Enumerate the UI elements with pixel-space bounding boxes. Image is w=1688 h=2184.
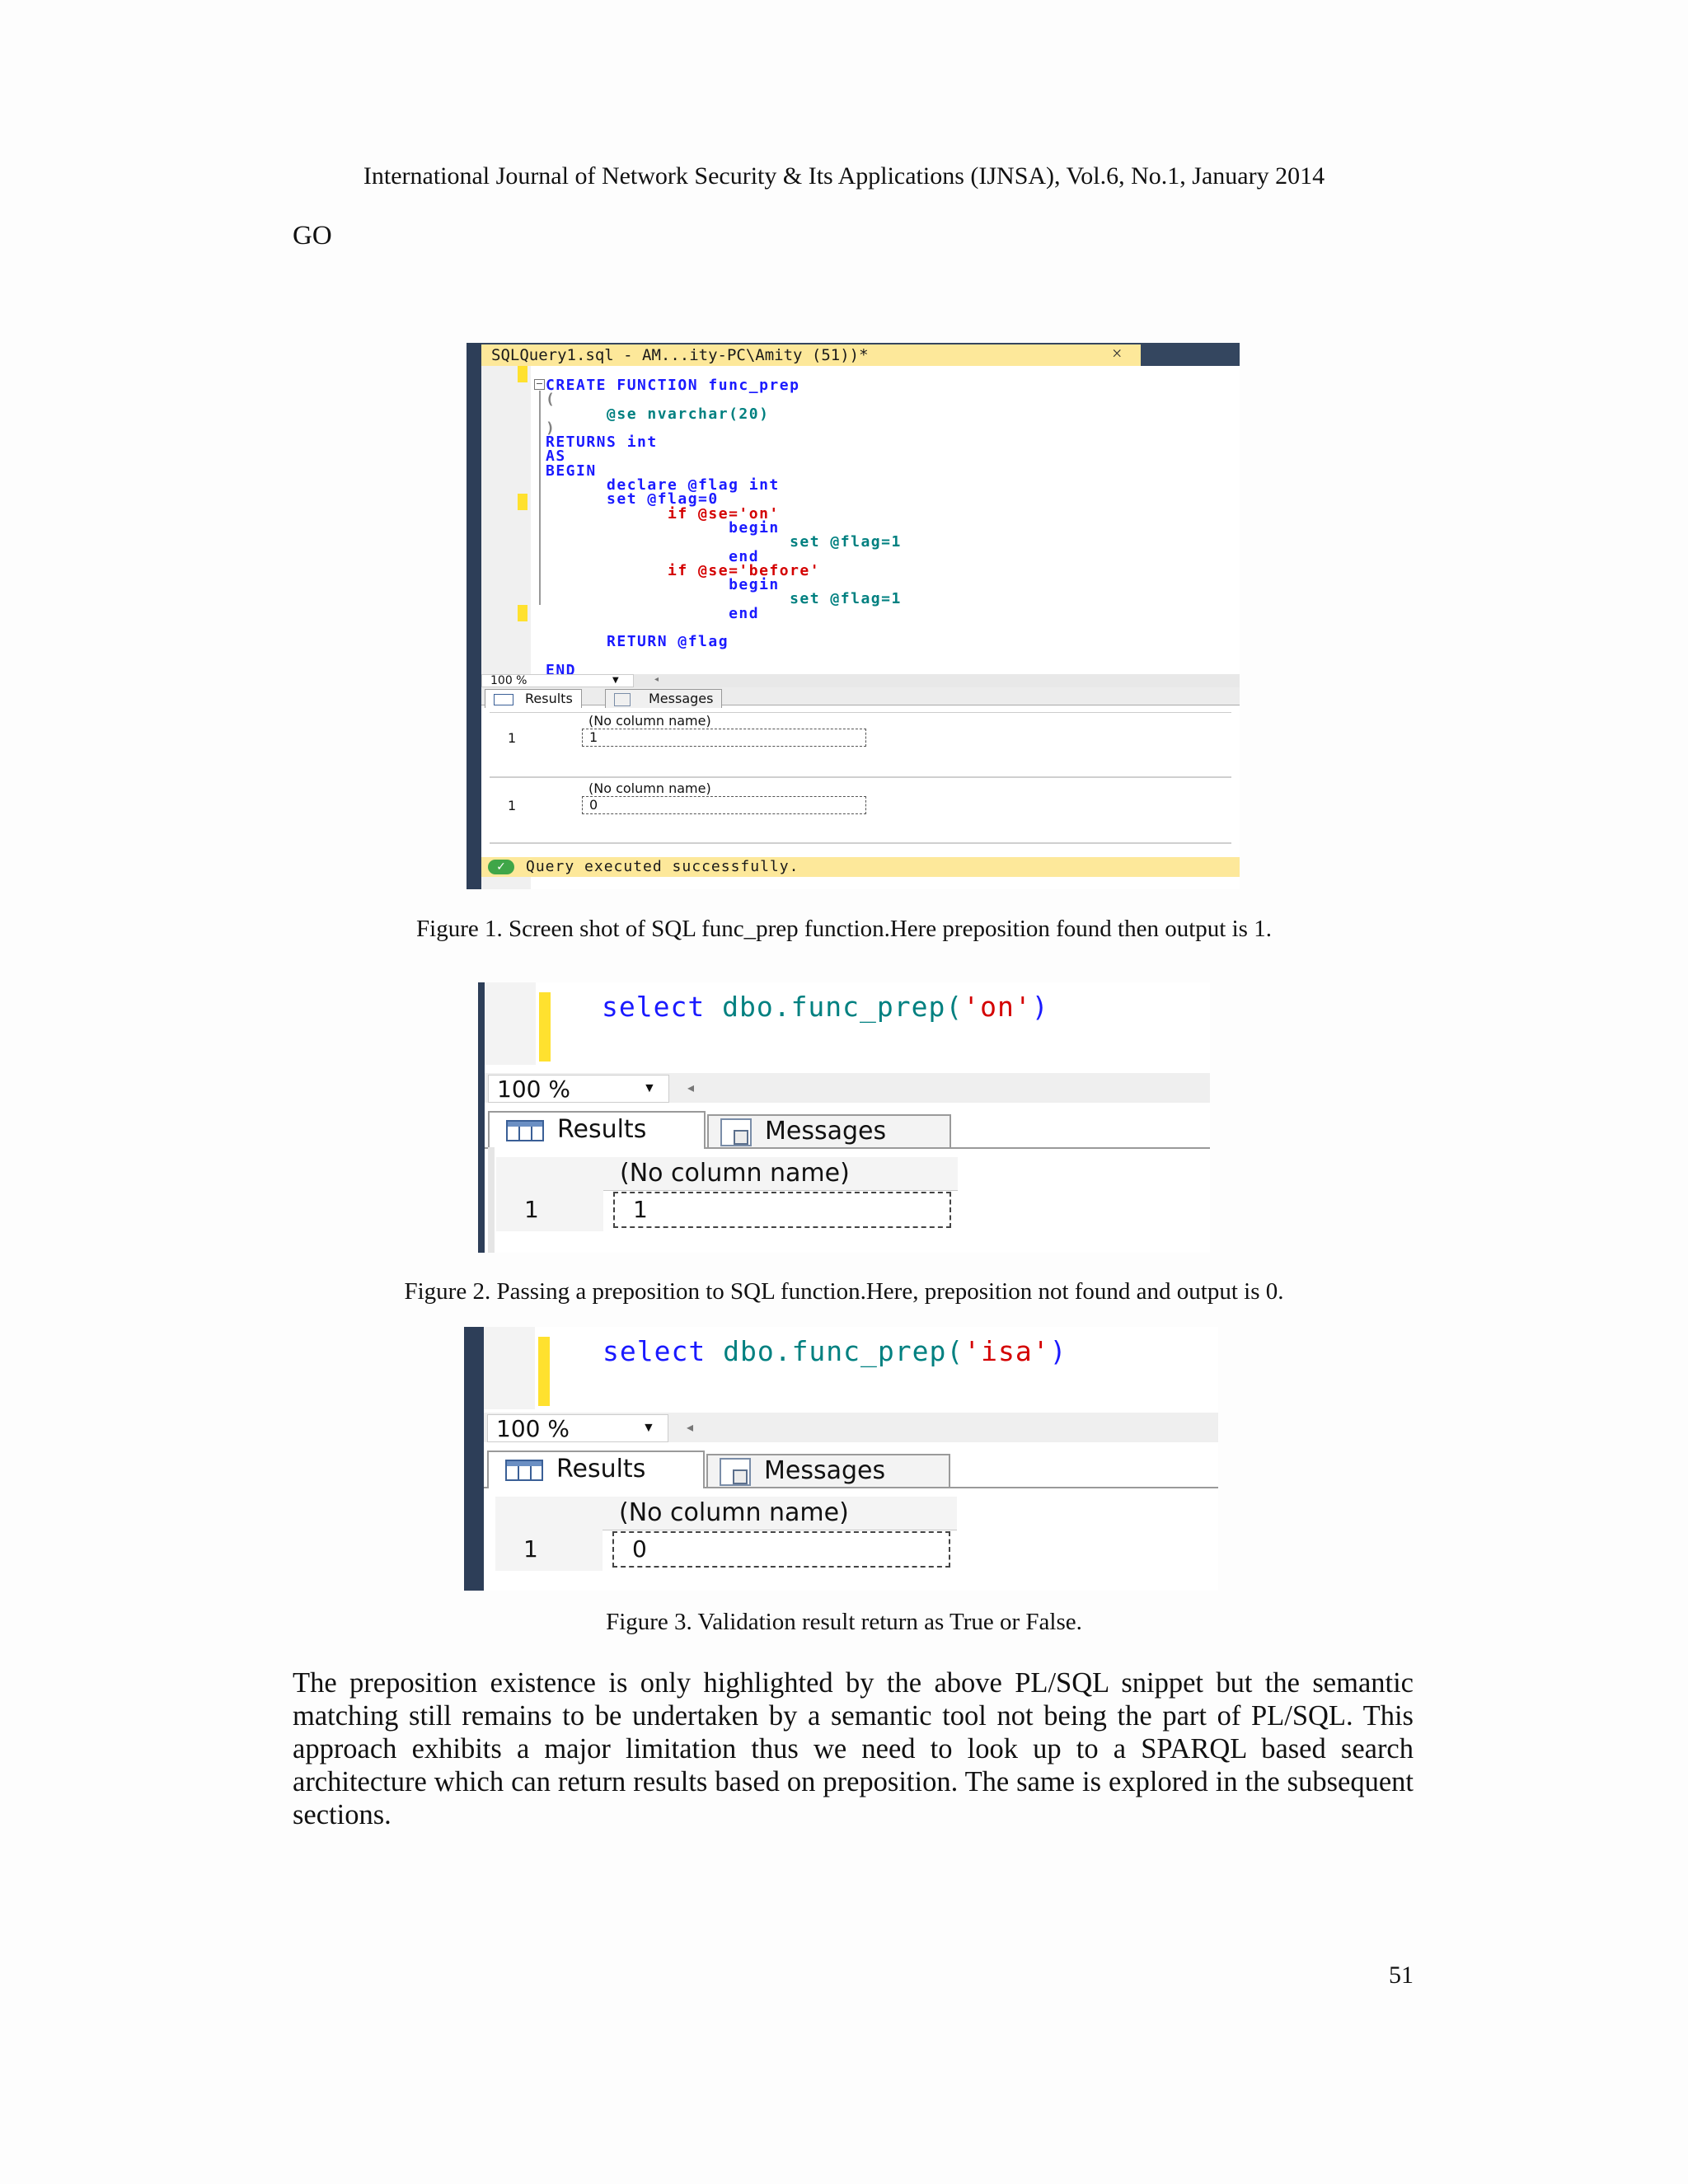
code-string: 'isa' (964, 1335, 1050, 1367)
chevron-down-icon[interactable]: ▼ (643, 1075, 656, 1103)
query-tab-title: SQLQuery1.sql - AM...ity-PC\Amity (51))* (491, 346, 869, 364)
fold-line (539, 391, 541, 605)
result-grid-2: (No column name) 1 0 (490, 780, 1231, 829)
change-marker (518, 366, 528, 382)
tab-messages[interactable]: Messages (707, 1114, 951, 1147)
tab-results-label: Results (525, 691, 573, 706)
row-number: 1 (523, 1535, 538, 1563)
success-check-icon: ✓ (488, 860, 514, 874)
query-code[interactable]: select dbo.func_prep('on') (602, 991, 1049, 1023)
change-marker (539, 992, 551, 1062)
messages-icon (720, 1457, 751, 1486)
tab-messages-label: Messages (649, 691, 714, 706)
go-statement: GO (293, 221, 332, 251)
zoom-select[interactable]: 100 % (488, 1075, 669, 1103)
scroll-left-icon[interactable]: ◂ (654, 674, 659, 686)
messages-icon (614, 692, 631, 706)
collapse-icon[interactable]: − (534, 379, 545, 390)
row-header (495, 1530, 603, 1571)
close-tab-icon[interactable]: × (1112, 343, 1122, 364)
editor-gutter (484, 1327, 535, 1409)
chevron-down-icon[interactable]: ▼ (642, 1414, 655, 1442)
window-frame (478, 982, 485, 1253)
tab-messages-label: Messages (764, 1456, 886, 1485)
row-number: 1 (508, 730, 517, 746)
result-cell[interactable]: 0 (612, 1531, 950, 1568)
grid-separator (490, 776, 1231, 778)
tab-results[interactable]: Results (488, 1111, 706, 1149)
row-number: 1 (524, 1196, 539, 1223)
tab-results[interactable]: Results (485, 689, 582, 708)
row-header (496, 1190, 603, 1231)
tab-messages-label: Messages (765, 1117, 887, 1146)
zoom-bar: 100 % ▼ ◂ (481, 674, 1240, 687)
code-line: @se nvarchar(20) (546, 405, 770, 423)
tab-results[interactable]: Results (487, 1451, 705, 1488)
function-code: CREATE FUNCTION func_prep ( @se nvarchar… (546, 378, 902, 692)
code-function: dbo.func_prep( (722, 991, 964, 1023)
query-tab[interactable]: SQLQuery1.sql - AM...ity-PC\Amity (51))* (481, 344, 1141, 366)
change-marker (518, 494, 528, 510)
zoom-value: 100 % (490, 674, 528, 687)
column-header: (No column name) (620, 1159, 850, 1188)
code-keyword: select (603, 1335, 706, 1367)
change-marker (538, 1337, 550, 1406)
figure1-screenshot: SQLQuery1.sql - AM...ity-PC\Amity (51))*… (467, 343, 1240, 889)
code-paren: ) (1031, 991, 1049, 1023)
editor-gutter (485, 982, 536, 1065)
code-paren: ) (1049, 1335, 1067, 1367)
result-grid: (No column name) 1 0 (495, 1497, 957, 1591)
document-tab-bar: SQLQuery1.sql - AM...ity-PC\Amity (51))*… (481, 343, 1240, 366)
page-number: 51 (1389, 1961, 1414, 1989)
code-line: CREATE FUNCTION func_prep (546, 377, 800, 394)
figure2-screenshot: select dbo.func_prep('on') 100 % ▼ ◂ Res… (478, 982, 1210, 1253)
journal-header: International Journal of Network Securit… (363, 162, 1325, 190)
status-message: Query executed successfully. (526, 858, 799, 875)
scroll-left-icon[interactable]: ◂ (687, 1414, 693, 1442)
messages-icon (720, 1118, 752, 1146)
result-cell[interactable]: 0 (582, 796, 866, 814)
figure3-screenshot: select dbo.func_prep('isa') 100 % ▼ ◂ Re… (464, 1327, 1218, 1591)
chevron-down-icon: ▼ (612, 676, 619, 685)
body-paragraph: The preposition existence is only highli… (293, 1667, 1414, 1830)
change-marker (518, 605, 528, 621)
zoom-select[interactable]: 100 % (487, 1414, 668, 1442)
figure2-caption: Figure 2. Passing a preposition to SQL f… (404, 1278, 1284, 1305)
result-grid: (No column name) 1 1 (496, 1157, 958, 1253)
status-bar: ✓ Query executed successfully. (481, 857, 1240, 877)
tab-results-label: Results (556, 1455, 646, 1483)
zoom-value: 100 % (497, 1076, 570, 1103)
zoom-value: 100 % (496, 1415, 570, 1442)
result-cell[interactable]: 1 (613, 1192, 951, 1228)
results-tabstrip (481, 687, 1240, 705)
grid-separator (490, 842, 1231, 844)
grid-icon (506, 1119, 544, 1141)
scroll-left-icon[interactable]: ◂ (687, 1075, 694, 1103)
zoom-select[interactable]: 100 % ▼ (481, 674, 634, 687)
code-keyword: select (602, 991, 706, 1023)
row-number: 1 (508, 798, 517, 813)
tab-results-label: Results (557, 1115, 647, 1144)
figure1-caption: Figure 1. Screen shot of SQL func_prep f… (416, 916, 1272, 942)
figure3-caption: Figure 3. Validation result return as Tr… (606, 1609, 1082, 1635)
code-line: end (546, 604, 760, 622)
code-function: dbo.func_prep( (723, 1335, 964, 1367)
column-header: (No column name) (619, 1498, 849, 1527)
result-grid-1: (No column name) 1 1 (490, 712, 1231, 762)
column-header: (No column name) (588, 780, 711, 796)
grid-icon (494, 693, 513, 705)
code-string: 'on' (963, 991, 1032, 1023)
query-code[interactable]: select dbo.func_prep('isa') (603, 1335, 1067, 1367)
window-frame (464, 1327, 484, 1591)
column-header: (No column name) (588, 713, 711, 729)
grid-icon (505, 1459, 543, 1481)
results-pane: Results Messages (No column name) 1 1 (N… (481, 687, 1240, 869)
result-cell[interactable]: 1 (582, 729, 866, 747)
tab-messages[interactable]: Messages (706, 1454, 950, 1487)
code-line: RETURN @flag (546, 633, 729, 651)
tab-messages[interactable]: Messages (605, 689, 723, 708)
pane-edge (488, 1147, 495, 1253)
